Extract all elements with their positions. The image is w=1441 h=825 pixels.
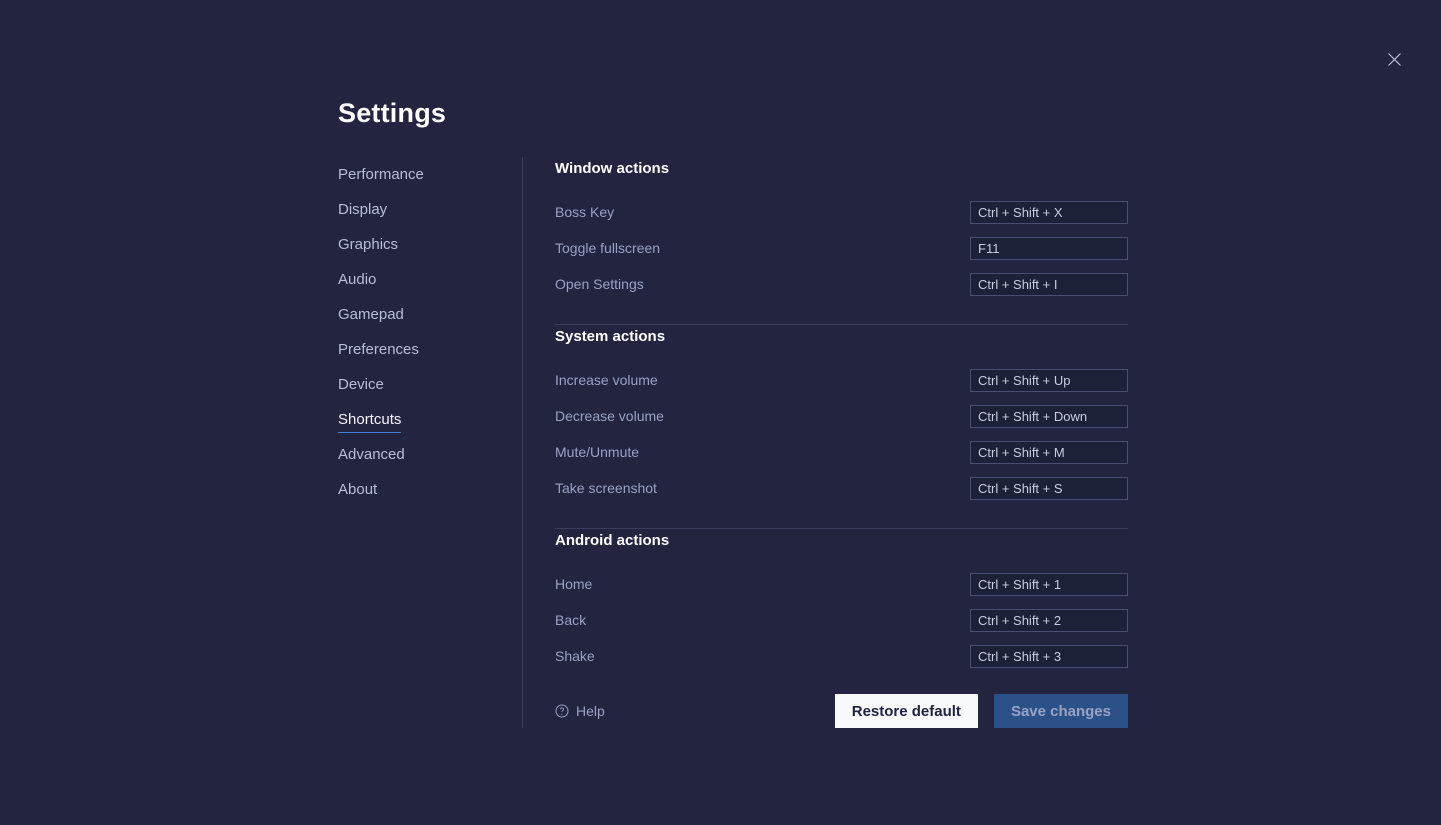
- shortcut-label: Mute/Unmute: [555, 444, 640, 460]
- shortcut-input-back[interactable]: [970, 608, 1128, 632]
- shortcut-row-boss-key: Boss Key: [555, 194, 1128, 230]
- shortcut-input-mute-unmute[interactable]: [970, 440, 1128, 464]
- shortcut-input-take-screenshot[interactable]: [970, 476, 1128, 500]
- restore-default-button[interactable]: Restore default: [834, 694, 978, 728]
- shortcut-label: Home: [555, 576, 593, 592]
- shortcut-row-take-screenshot: Take screenshot: [555, 470, 1128, 506]
- sidebar-divider: [522, 157, 523, 728]
- help-link[interactable]: Help: [555, 703, 605, 719]
- sidebar-item-display[interactable]: Display: [338, 200, 387, 223]
- shortcut-input-home[interactable]: [970, 572, 1128, 596]
- section-title: Android actions: [555, 532, 670, 549]
- sidebar-item-performance[interactable]: Performance: [338, 165, 424, 188]
- shortcut-input-open-settings[interactable]: [970, 272, 1128, 296]
- close-icon[interactable]: [1381, 46, 1407, 72]
- section-window-actions: Window actions Boss Key Toggle fullscree…: [555, 159, 1128, 302]
- shortcut-row-home: Home: [555, 566, 1128, 602]
- shortcut-row-open-settings: Open Settings: [555, 266, 1128, 302]
- shortcut-row-shake: Shake: [555, 638, 1128, 670]
- help-label: Help: [576, 703, 605, 719]
- sidebar-item-audio[interactable]: Audio: [338, 270, 376, 293]
- sidebar-item-about[interactable]: About: [338, 480, 377, 503]
- sidebar-item-graphics[interactable]: Graphics: [338, 235, 398, 258]
- dialog-body: Performance Display Graphics Audio Gamep…: [338, 157, 1128, 728]
- shortcut-row-increase-volume: Increase volume: [555, 362, 1128, 398]
- section-android-actions: Android actions Home Back Shake Rota: [555, 528, 1128, 670]
- section-title: System actions: [555, 328, 666, 345]
- shortcut-row-decrease-volume: Decrease volume: [555, 398, 1128, 434]
- shortcut-input-decrease-volume[interactable]: [970, 404, 1128, 428]
- settings-dialog: Settings Performance Display Graphics Au…: [338, 96, 1128, 728]
- shortcut-label: Increase volume: [555, 372, 658, 388]
- page-title: Settings: [338, 98, 447, 128]
- sidebar-item-advanced[interactable]: Advanced: [338, 445, 405, 468]
- sidebar-item-device[interactable]: Device: [338, 375, 384, 398]
- sidebar-item-shortcuts[interactable]: Shortcuts: [338, 410, 402, 433]
- dialog-footer: Help Restore default Save changes: [555, 694, 1128, 728]
- shortcut-input-toggle-fullscreen[interactable]: [970, 236, 1128, 260]
- shortcut-input-boss-key[interactable]: [970, 200, 1128, 224]
- shortcut-row-mute-unmute: Mute/Unmute: [555, 434, 1128, 470]
- sidebar-item-preferences[interactable]: Preferences: [338, 340, 419, 363]
- shortcut-label: Open Settings: [555, 276, 644, 292]
- sidebar-item-gamepad[interactable]: Gamepad: [338, 305, 404, 328]
- shortcut-row-back: Back: [555, 602, 1128, 638]
- shortcut-input-increase-volume[interactable]: [970, 368, 1128, 392]
- shortcut-label: Boss Key: [555, 204, 615, 220]
- shortcut-label: Shake: [555, 648, 595, 664]
- shortcut-row-toggle-fullscreen: Toggle fullscreen: [555, 230, 1128, 266]
- shortcut-label: Toggle fullscreen: [555, 240, 661, 256]
- shortcut-label: Decrease volume: [555, 408, 664, 424]
- question-circle-icon: [555, 704, 569, 718]
- shortcut-label: Take screenshot: [555, 480, 657, 496]
- section-system-actions: System actions Increase volume Decrease …: [555, 324, 1128, 506]
- settings-sidebar: Performance Display Graphics Audio Gamep…: [338, 157, 522, 515]
- settings-content: Window actions Boss Key Toggle fullscree…: [555, 157, 1128, 728]
- shortcuts-scroll-area[interactable]: Window actions Boss Key Toggle fullscree…: [555, 157, 1128, 670]
- section-title: Window actions: [555, 160, 670, 177]
- shortcut-input-shake[interactable]: [970, 644, 1128, 668]
- save-changes-button[interactable]: Save changes: [993, 694, 1128, 728]
- shortcut-label: Back: [555, 612, 587, 628]
